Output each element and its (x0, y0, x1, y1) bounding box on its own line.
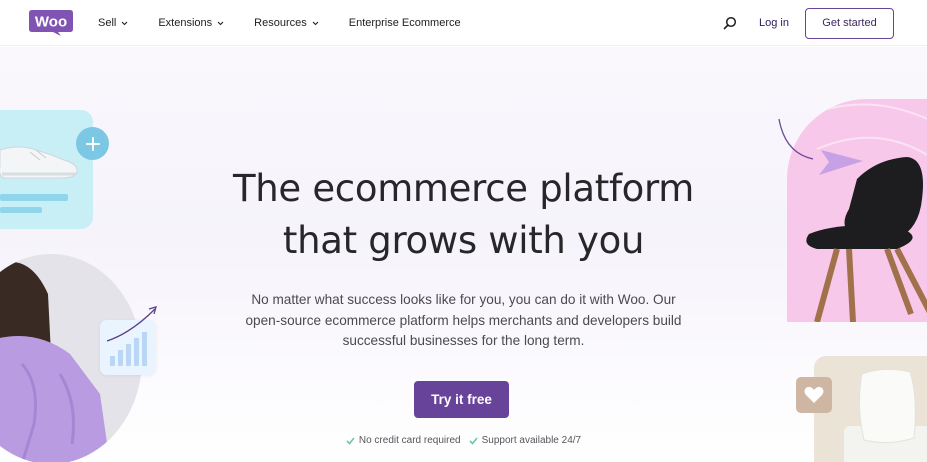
hero-section: The ecommerce platform that grows with y… (0, 47, 927, 462)
nav-item-label: Sell (98, 17, 117, 29)
nav-item-enterprise-ecommerce[interactable]: Enterprise Ecommerce (349, 17, 461, 29)
main-nav: Sell Extensions Resources Enterprise Eco… (98, 0, 491, 46)
top-navigation-bar: Woo Sell Extensions Resources Enterprise… (0, 0, 927, 46)
chevron-down-icon (121, 21, 128, 25)
hero-description: No matter what success looks like for yo… (213, 290, 714, 352)
growth-arrow-icon (106, 306, 157, 342)
shoe-product-card (0, 110, 93, 229)
chevron-down-icon (217, 21, 224, 25)
nav-item-label: Resources (254, 17, 307, 29)
nav-item-resources[interactable]: Resources (254, 17, 319, 29)
headline-line-1: The ecommerce platform (232, 167, 695, 210)
add-icon (76, 127, 109, 160)
get-started-button[interactable]: Get started (805, 7, 894, 39)
woo-logo[interactable]: Woo (28, 9, 74, 37)
check-icon (346, 436, 355, 445)
description-line-2: open-source ecommerce platform helps mer… (245, 312, 682, 328)
logo-text: Woo (35, 14, 67, 31)
heart-icon (796, 377, 832, 413)
search-icon[interactable] (723, 16, 737, 30)
header-actions: Log in Get started (723, 0, 894, 46)
feature-list: No credit card required Support availabl… (0, 435, 927, 446)
nav-item-label: Enterprise Ecommerce (348, 17, 461, 29)
feature-label: Support available 24/7 (481, 435, 582, 446)
feature-item: Support available 24/7 (469, 435, 582, 446)
feature-label: No credit card required (358, 435, 461, 446)
shoe-image (0, 146, 78, 213)
feature-item: No credit card required (346, 435, 461, 446)
description-line-3: successful businesses for the long term. (342, 333, 585, 348)
try-it-free-button[interactable]: Try it free (414, 381, 509, 418)
headline-line-2: that grows with you (282, 219, 645, 262)
nav-item-extensions[interactable]: Extensions (158, 17, 224, 29)
nav-item-sell[interactable]: Sell (98, 17, 128, 29)
hero-headline: The ecommerce platform that grows with y… (150, 163, 777, 267)
nav-item-label: Extensions (158, 17, 213, 29)
login-link[interactable]: Log in (759, 17, 789, 29)
chevron-down-icon (312, 21, 319, 25)
arrow-decoration-icon (778, 118, 863, 175)
check-icon (469, 436, 478, 445)
description-line-1: No matter what success looks like for yo… (251, 292, 676, 307)
